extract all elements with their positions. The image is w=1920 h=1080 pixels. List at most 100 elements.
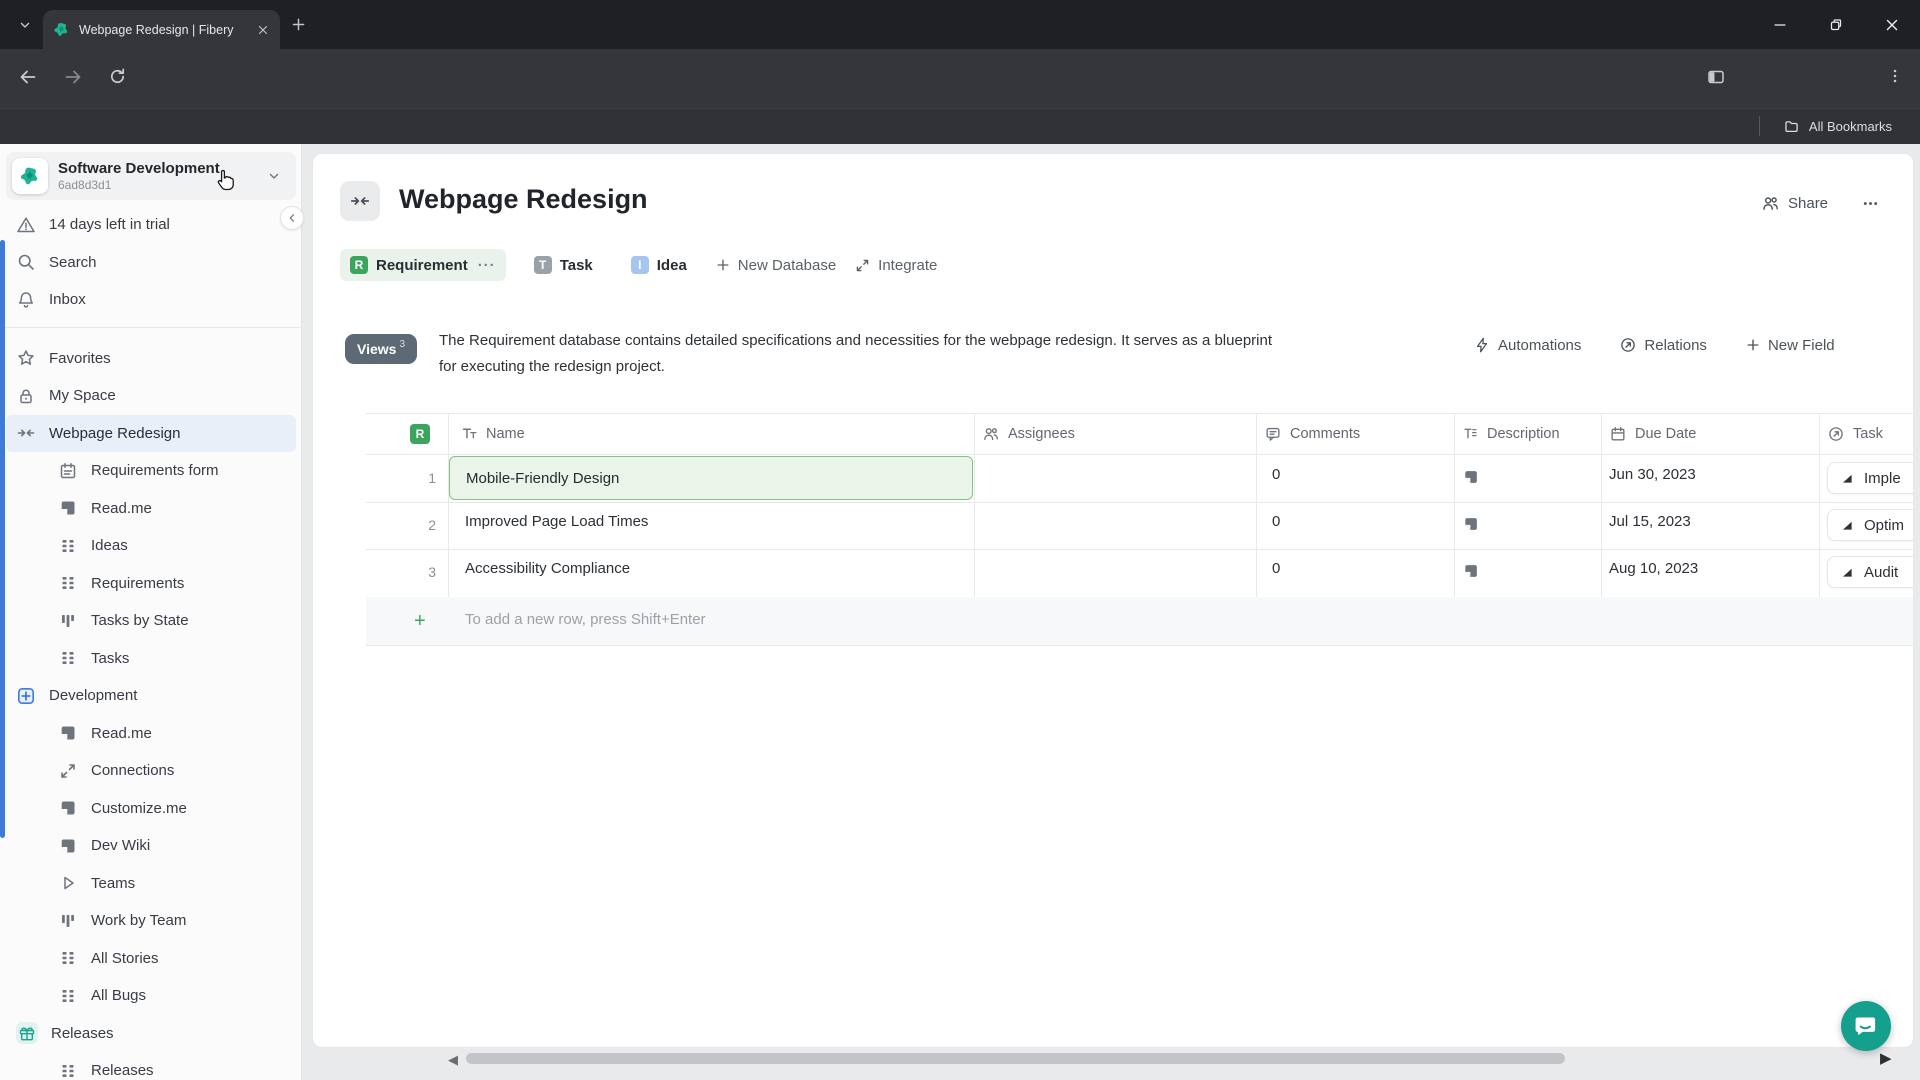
board-icon bbox=[58, 611, 78, 631]
sidebar-item-connections[interactable]: Connections bbox=[0, 752, 301, 790]
automations-button[interactable]: Automations bbox=[1473, 336, 1581, 354]
relations-button[interactable]: Relations bbox=[1619, 336, 1707, 354]
database-more-icon[interactable]: ··· bbox=[478, 257, 496, 274]
add-row[interactable]: + To add a new row, press Shift+Enter bbox=[366, 597, 1913, 645]
new-tab-button[interactable] bbox=[290, 16, 307, 33]
comments-cell[interactable]: 0 bbox=[1272, 513, 1280, 530]
tab-close-icon[interactable] bbox=[256, 23, 270, 37]
sidebar-divider bbox=[0, 326, 301, 328]
calendar-icon bbox=[1609, 425, 1627, 443]
sidebar-collapse-button[interactable] bbox=[280, 206, 304, 230]
search-icon bbox=[16, 252, 36, 272]
reload-icon[interactable] bbox=[108, 67, 127, 86]
description-doc-icon[interactable] bbox=[1462, 562, 1480, 580]
sidebar-item-all-bugs[interactable]: All Bugs bbox=[0, 977, 301, 1015]
views-button[interactable]: Views 3 bbox=[345, 334, 417, 364]
fibery-favicon bbox=[53, 21, 70, 38]
due-date-cell[interactable]: Aug 10, 2023 bbox=[1609, 560, 1698, 577]
sidebar-item-requirements-form[interactable]: Requirements form bbox=[0, 452, 301, 490]
window-restore-button[interactable] bbox=[1808, 0, 1864, 49]
column-header-due-date[interactable]: Due Date bbox=[1609, 413, 1696, 454]
due-date-cell[interactable]: Jun 30, 2023 bbox=[1609, 466, 1696, 483]
relation-icon bbox=[1619, 336, 1637, 354]
window-minimize-button[interactable] bbox=[1752, 0, 1808, 49]
hscroll-left-arrow[interactable]: ◀ bbox=[448, 1052, 458, 1068]
all-bookmarks-button[interactable]: All Bookmarks bbox=[1758, 116, 1892, 136]
column-header-task[interactable]: Task bbox=[1827, 413, 1883, 454]
comments-cell[interactable]: 0 bbox=[1272, 560, 1280, 577]
new-database-button[interactable]: New Database bbox=[715, 257, 836, 274]
database-description: The Requirement database contains detail… bbox=[439, 332, 1272, 375]
description-doc-icon[interactable] bbox=[1462, 468, 1480, 486]
row-number: 1 bbox=[428, 470, 436, 486]
sidebar-item-development[interactable]: Development bbox=[0, 677, 301, 715]
task-entity-icon bbox=[1840, 471, 1855, 486]
chat-bubble-icon bbox=[1853, 1013, 1879, 1039]
selected-name-cell[interactable]: Mobile-Friendly Design bbox=[449, 456, 973, 500]
comment-icon bbox=[1264, 425, 1282, 443]
sidebar-item-teams[interactable]: Teams bbox=[0, 865, 301, 903]
screen: Webpage Redesign | Fibery software-devel… bbox=[0, 0, 1920, 1080]
new-field-button[interactable]: New Field bbox=[1745, 336, 1835, 354]
column-header-name[interactable]: Name bbox=[461, 413, 525, 454]
task-entity-icon bbox=[1840, 565, 1855, 580]
tab-search-button[interactable] bbox=[12, 12, 38, 38]
task-entity-icon bbox=[1840, 518, 1855, 533]
document-icon bbox=[58, 498, 78, 518]
row-number: 3 bbox=[428, 564, 436, 580]
chat-widget-button[interactable] bbox=[1841, 1001, 1891, 1051]
sidebar-item-customize-me[interactable]: Customize.me bbox=[0, 790, 301, 828]
name-cell[interactable]: Accessibility Compliance bbox=[465, 560, 630, 577]
browser-tab[interactable]: Webpage Redesign | Fibery bbox=[43, 10, 280, 49]
column-header-description[interactable]: Description bbox=[1462, 413, 1560, 454]
task-link-cell[interactable]: Imple bbox=[1827, 462, 1913, 494]
sidebar-item-requirements[interactable]: Requirements bbox=[0, 565, 301, 603]
add-row-plus-icon[interactable]: + bbox=[414, 610, 426, 633]
sidebar-item-all-stories[interactable]: All Stories bbox=[0, 940, 301, 978]
forward-icon[interactable] bbox=[63, 67, 83, 87]
sidebar-item-my-space[interactable]: My Space bbox=[0, 377, 301, 415]
column-header-comments[interactable]: Comments bbox=[1264, 413, 1360, 454]
sidebar-item-readme[interactable]: Read.me bbox=[0, 490, 301, 528]
tab-requirement[interactable]: R Requirement ··· bbox=[340, 249, 506, 281]
sidebar-item-webpage-redesign[interactable]: Webpage Redesign bbox=[6, 414, 296, 452]
back-icon[interactable] bbox=[18, 67, 38, 87]
share-button[interactable]: Share bbox=[1761, 194, 1828, 213]
tab-idea[interactable]: I Idea bbox=[621, 249, 697, 281]
sidebar-item-readme-dev[interactable]: Read.me bbox=[0, 715, 301, 753]
hscroll-right-arrow[interactable]: ▶ bbox=[1880, 1049, 1892, 1067]
due-date-cell[interactable]: Jul 15, 2023 bbox=[1609, 513, 1691, 530]
sidebar-item-releases[interactable]: Releases bbox=[0, 1015, 301, 1053]
integrate-button[interactable]: Integrate bbox=[854, 257, 937, 274]
comments-cell[interactable]: 0 bbox=[1272, 466, 1280, 483]
sidebar-item-trial[interactable]: 14 days left in trial bbox=[0, 206, 301, 244]
task-link-cell[interactable]: Audit bbox=[1827, 556, 1913, 588]
browser-menu-icon[interactable] bbox=[1886, 67, 1904, 85]
column-header-assignees[interactable]: Assignees bbox=[982, 413, 1075, 454]
table-icon bbox=[58, 536, 78, 556]
text-type-icon bbox=[461, 425, 478, 442]
sidebar-item-search[interactable]: Search bbox=[0, 244, 301, 282]
add-row-hint: To add a new row, press Shift+Enter bbox=[465, 611, 706, 628]
sidebar-item-releases-table[interactable]: Releases bbox=[0, 1052, 301, 1080]
sidebar-item-ideas[interactable]: Ideas bbox=[0, 527, 301, 565]
sidebar-item-tasks-by-state[interactable]: Tasks by State bbox=[0, 602, 301, 640]
name-cell[interactable]: Improved Page Load Times bbox=[465, 513, 648, 530]
side-panel-icon[interactable] bbox=[1706, 67, 1726, 87]
hscroll-thumb[interactable] bbox=[466, 1053, 1565, 1064]
views-count: 3 bbox=[399, 338, 405, 350]
sidebar-item-inbox[interactable]: Inbox bbox=[0, 281, 301, 319]
chevron-down-icon bbox=[17, 17, 33, 33]
window-close-button[interactable] bbox=[1864, 0, 1920, 49]
chevron-down-icon[interactable] bbox=[266, 168, 282, 184]
sidebar-item-dev-wiki[interactable]: Dev Wiki bbox=[0, 827, 301, 865]
task-link-cell[interactable]: Optim bbox=[1827, 509, 1913, 541]
sidebar-item-tasks[interactable]: Tasks bbox=[0, 640, 301, 678]
workspace-switcher[interactable]: Software Development 6ad8d3d1 bbox=[6, 152, 296, 200]
sidebar-item-work-by-team[interactable]: Work by Team bbox=[0, 902, 301, 940]
sidebar-scrollbar[interactable] bbox=[0, 240, 5, 838]
more-options-icon[interactable] bbox=[1861, 194, 1880, 213]
sidebar-item-favorites[interactable]: Favorites bbox=[0, 340, 301, 378]
tab-task[interactable]: T Task bbox=[524, 249, 603, 281]
description-doc-icon[interactable] bbox=[1462, 515, 1480, 533]
